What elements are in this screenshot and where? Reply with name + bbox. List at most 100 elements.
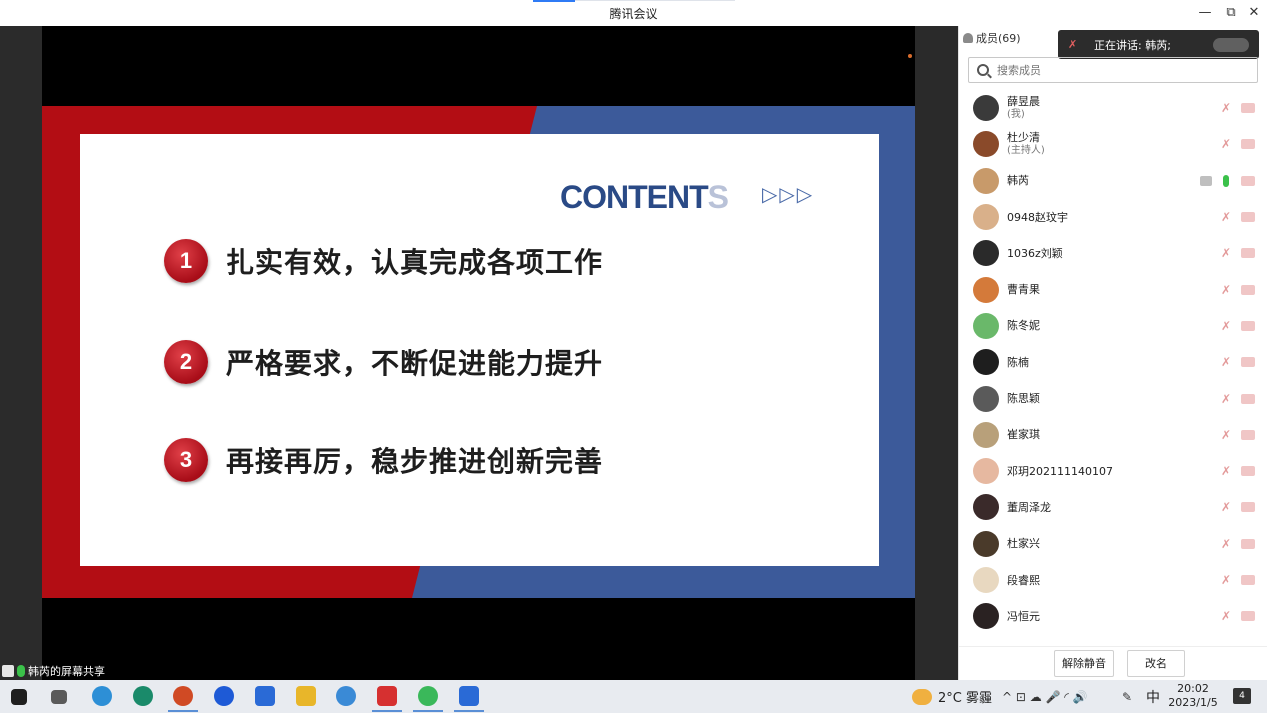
member-name: 崔家琪 — [1007, 428, 1040, 442]
member-name: 1036z刘颖 — [1007, 246, 1063, 260]
avatar — [973, 421, 999, 448]
mic-muted-icon: ✗ — [1221, 500, 1232, 515]
wechat-icon[interactable] — [418, 686, 438, 706]
title-accent-line — [533, 0, 575, 2]
k-app-icon[interactable] — [255, 686, 275, 706]
member-row[interactable]: 董周泽龙 ✗ — [959, 489, 1267, 525]
rename-button[interactable]: 改名 — [1127, 650, 1185, 677]
close-button[interactable]: ✕ — [1243, 3, 1265, 23]
member-row[interactable]: 杜家兴 ✗ — [959, 526, 1267, 562]
ie-browser-icon[interactable] — [92, 686, 112, 706]
weather-widget[interactable]: 2°C 雾霾 — [912, 680, 992, 713]
member-row[interactable]: 薛昱晨 (我) ✗ — [959, 90, 1267, 126]
camera-off-icon — [1241, 212, 1255, 223]
item-text: 再接再厉，稳步推进创新完善 — [226, 445, 604, 478]
title-bar: 腾讯会议 — ⧉ ✕ — [0, 0, 1267, 26]
member-row[interactable]: 陈冬妮 ✗ — [959, 308, 1267, 344]
panel-footer: 解除静音 改名 — [959, 646, 1267, 680]
screen-share-stage: CONTENTS ▷▷▷ 1 扎实有效，认真完成各项工作 2 严格要求，不断促进… — [0, 26, 958, 680]
screen-share-label[interactable]: 韩芮的屏幕共享 — [0, 662, 105, 680]
mic-muted-icon: ✗ — [1221, 391, 1232, 406]
browser-icon[interactable] — [214, 686, 234, 706]
item-number-badge: 2 — [164, 340, 208, 384]
member-row[interactable]: 0948赵玟宇 ✗ — [959, 199, 1267, 235]
avatar — [973, 131, 999, 158]
member-search-input[interactable] — [997, 63, 1237, 77]
member-list: 薛昱晨 (我) ✗ 杜少清 (主持人) ✗ 韩芮 0948赵玟宇 ✗ 1036z刘颖 ✗ 曹青果 ✗ 陈冬… — [959, 90, 1267, 634]
member-row[interactable]: 曹青果 ✗ — [959, 271, 1267, 307]
members-header: 成员(69) — [963, 30, 1021, 46]
slide-heading: CONTENTS — [560, 179, 729, 215]
mic-muted-icon: ✗ — [1221, 101, 1232, 116]
member-row[interactable]: 韩芮 — [959, 163, 1267, 199]
camera-off-icon — [1241, 575, 1255, 585]
stage-side-strip — [915, 26, 958, 680]
unmute-all-button[interactable]: 解除静音 — [1054, 650, 1114, 677]
ime-indicator[interactable]: 中 — [1146, 680, 1160, 713]
member-row[interactable]: 冯恒元 ✗ — [959, 598, 1267, 634]
members-count: 成员(69) — [976, 32, 1021, 45]
avatar — [973, 385, 999, 412]
edge-browser-icon[interactable] — [133, 686, 153, 706]
camera-off-icon — [1241, 393, 1255, 404]
member-search-box[interactable] — [968, 57, 1258, 83]
active-app-indicator — [168, 710, 198, 712]
member-row[interactable]: 段睿熙 ✗ — [959, 562, 1267, 598]
screen-share-icon — [1200, 175, 1212, 186]
member-row[interactable]: 陈思颖 ✗ — [959, 380, 1267, 416]
member-name: 段睿熙 — [1007, 573, 1040, 587]
presentation-slide: CONTENTS ▷▷▷ 1 扎实有效，认真完成各项工作 2 严格要求，不断促进… — [42, 106, 915, 598]
screen-share-icon — [2, 665, 14, 677]
slide-item: 3 再接再厉，稳步推进创新完善 — [164, 436, 603, 484]
file-explorer-icon[interactable] — [296, 686, 316, 706]
member-row[interactable]: 崔家琪 ✗ — [959, 417, 1267, 453]
item-number-badge: 1 — [164, 239, 208, 283]
camera-off-icon — [1241, 502, 1255, 513]
member-name: 杜家兴 — [1007, 537, 1040, 551]
slide-item: 2 严格要求，不断促进能力提升 — [164, 338, 603, 386]
pen-icon[interactable]: ✎ — [1122, 680, 1132, 713]
restore-button[interactable]: ⧉ — [1220, 3, 1242, 23]
avatar — [973, 276, 999, 303]
task-view-icon[interactable] — [51, 690, 67, 704]
weather-text: 2°C 雾霾 — [938, 691, 992, 706]
system-tray-icons[interactable]: ^ ⊡ ☁ 🎤 ◜ 🔊 — [1002, 680, 1088, 713]
heading-arrows-icon: ▷▷▷ — [762, 182, 815, 206]
avatar — [973, 567, 999, 593]
mic-muted-icon: ✗ — [1221, 246, 1232, 261]
search-icon — [977, 64, 989, 76]
sogou-icon[interactable] — [336, 686, 356, 706]
member-row[interactable]: 陈楠 ✗ — [959, 344, 1267, 380]
share-label-text: 韩芮的屏幕共享 — [28, 665, 105, 678]
member-name: 冯恒元 — [1007, 609, 1040, 623]
title-divider — [575, 0, 735, 1]
windows-start-icon[interactable] — [11, 689, 27, 705]
member-row[interactable]: 邓玥202111140107 ✗ — [959, 453, 1267, 489]
camera-off-icon — [1241, 284, 1255, 295]
minimize-button[interactable]: — — [1194, 3, 1216, 23]
avatar — [973, 494, 999, 521]
mic-muted-icon: ✗ — [1221, 137, 1232, 152]
avatar — [973, 349, 999, 376]
mic-muted-icon: ✗ — [1221, 318, 1232, 333]
powerpoint-icon[interactable] — [173, 686, 193, 706]
camera-off-icon — [1241, 103, 1255, 114]
member-row[interactable]: 杜少清 (主持人) ✗ — [959, 126, 1267, 162]
member-row[interactable]: 1036z刘颖 ✗ — [959, 235, 1267, 271]
mic-muted-icon: ✗ — [1068, 37, 1078, 51]
slide-content-area: CONTENTS ▷▷▷ 1 扎实有效，认真完成各项工作 2 严格要求，不断促进… — [80, 134, 879, 566]
item-number-badge: 3 — [164, 438, 208, 482]
running-app-indicator — [413, 710, 443, 712]
tencent-meeting-icon[interactable] — [459, 686, 479, 706]
avatar — [973, 312, 999, 339]
camera-off-icon — [1241, 611, 1255, 622]
mic-muted-icon: ✗ — [1221, 355, 1232, 370]
mic-muted-icon: ✗ — [1221, 609, 1232, 624]
notification-center-icon[interactable]: 4 — [1233, 688, 1251, 704]
system-clock[interactable]: 20:02 2023/1/5 — [1168, 682, 1218, 710]
wps-icon[interactable] — [377, 686, 397, 706]
camera-off-icon — [1241, 429, 1255, 440]
speaking-indicator: ✗ 正在讲话: 韩芮; — [1058, 30, 1259, 59]
item-text: 严格要求，不断促进能力提升 — [226, 347, 604, 380]
windows-taskbar: 2°C 雾霾 ^ ⊡ ☁ 🎤 ◜ 🔊 ✎ 中 20:02 2023/1/5 4 — [0, 680, 1267, 713]
